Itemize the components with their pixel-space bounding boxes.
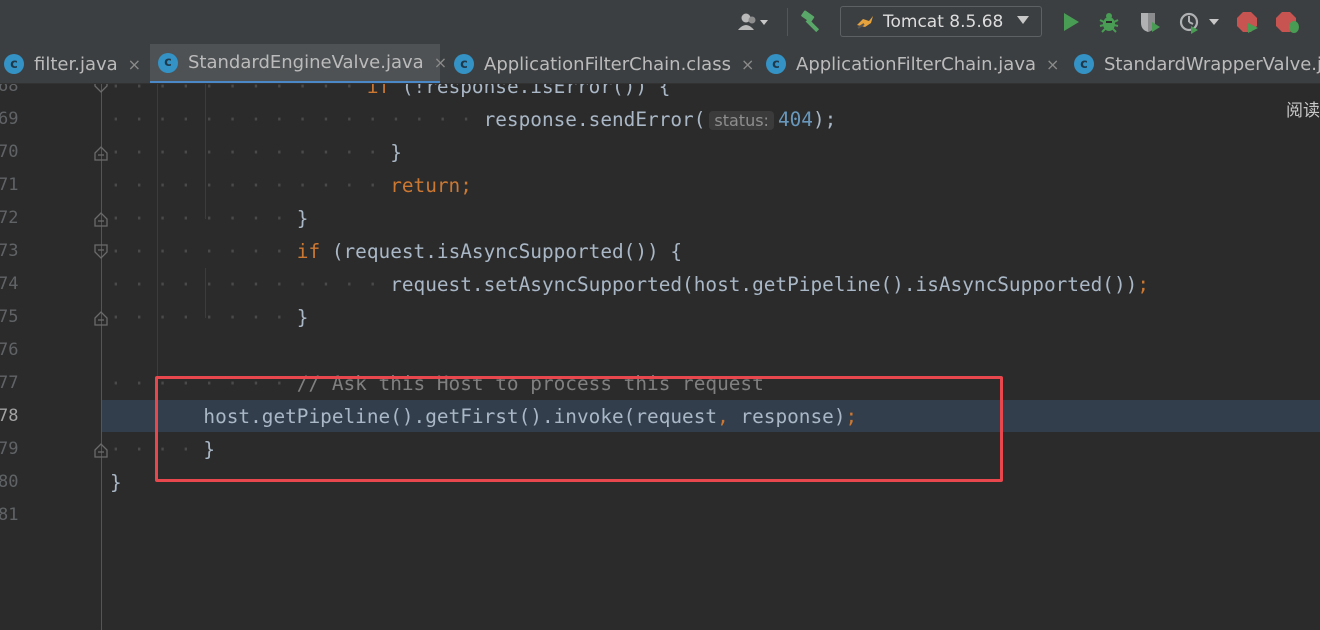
code-line: 73 · · · · · · · · if (request.isAsyncSu…	[0, 235, 1320, 268]
tomcat-icon	[855, 13, 875, 31]
java-class-icon: c	[454, 54, 474, 74]
code-line: 68 · · · · · · · · · · · if (!response.i…	[0, 84, 1320, 103]
tab-label: ApplicationFilterChain.class	[484, 53, 731, 75]
code-line: 81	[0, 499, 1320, 532]
java-class-icon: c	[766, 54, 786, 74]
line-number: 76	[0, 340, 19, 360]
stop-debug-icon[interactable]	[1270, 6, 1304, 38]
code-line: 71 · · · · · · · · · · · · return;	[0, 169, 1320, 202]
main-toolbar: Tomcat 8.5.68	[0, 0, 1320, 44]
tab-application-filter-chain-class[interactable]: c ApplicationFilterChain.class ×	[454, 44, 754, 83]
line-number: 81	[0, 505, 19, 525]
tab-label: ApplicationFilterChain.java	[796, 53, 1037, 75]
code-text: · · · · · · · · · · · if (!response.isEr…	[110, 84, 671, 98]
tab-label: filter.java	[34, 53, 118, 75]
line-number: 69	[0, 109, 19, 129]
code-text: · · · · · · · · · · · · }	[110, 141, 402, 164]
line-number: 68	[0, 84, 19, 96]
tab-label: StandardWrapperValve.ja	[1104, 53, 1320, 75]
code-line: 76	[0, 334, 1320, 367]
fold-marker-icon[interactable]	[94, 145, 108, 161]
close-icon[interactable]: ×	[434, 53, 447, 72]
annotation-highlight-box	[155, 376, 1003, 482]
run-configuration-select[interactable]: Tomcat 8.5.68	[840, 6, 1042, 37]
user-icon[interactable]	[730, 6, 776, 38]
fold-marker-icon[interactable]	[94, 244, 108, 260]
fold-marker-icon[interactable]	[94, 310, 108, 326]
fold-marker-icon[interactable]	[94, 84, 108, 94]
tab-filter-java[interactable]: c filter.java ×	[4, 44, 144, 83]
code-text: · · · · · · · · · · · · request.setAsync…	[110, 273, 1150, 296]
side-panel-label: 阅读	[1286, 101, 1320, 121]
editor-tab-bar: c filter.java × c StandardEngineValve.ja…	[0, 44, 1320, 84]
profile-icon[interactable]	[1172, 6, 1228, 38]
code-line: 70 · · · · · · · · · · · · }	[0, 136, 1320, 169]
fold-marker-icon[interactable]	[94, 442, 108, 458]
chevron-down-icon	[1017, 16, 1029, 24]
tab-label: StandardEngineValve.java	[188, 52, 424, 73]
fold-marker-icon[interactable]	[94, 211, 108, 227]
java-class-icon: c	[1074, 54, 1094, 74]
tab-standard-engine-valve[interactable]: c StandardEngineValve.java ×	[150, 44, 447, 83]
line-number: 73	[0, 241, 19, 261]
line-number: 77	[0, 373, 19, 393]
code-line: 72 · · · · · · · · }	[0, 202, 1320, 235]
code-editor[interactable]: 68 · · · · · · · · · · · if (!response.i…	[0, 84, 1320, 630]
java-class-icon: c	[158, 52, 178, 73]
line-number: 79	[0, 439, 19, 459]
line-number: 72	[0, 208, 19, 228]
code-text: · · · · · · · · · · · · return;	[110, 174, 472, 197]
run-icon[interactable]	[1056, 6, 1086, 38]
line-number: 71	[0, 175, 19, 195]
code-text: · · · · · · · · }	[110, 306, 309, 329]
stop-icon[interactable]	[1232, 6, 1262, 38]
line-number: 78	[0, 406, 19, 426]
coverage-icon[interactable]	[1134, 6, 1164, 38]
close-icon[interactable]: ×	[741, 55, 754, 74]
line-number: 75	[0, 307, 19, 327]
toolbar-separator	[787, 8, 788, 36]
code-text: · · · · · · · · if (request.isAsyncSuppo…	[110, 240, 683, 263]
code-text: }	[110, 471, 122, 494]
line-number: 80	[0, 472, 19, 492]
code-text: · · · · · · · · }	[110, 207, 309, 230]
line-number: 70	[0, 142, 19, 162]
debug-icon[interactable]	[1094, 6, 1124, 38]
close-icon[interactable]: ×	[1046, 55, 1059, 74]
code-text: · · · · · · · · · · · · · · · · response…	[110, 108, 837, 131]
tab-standard-wrapper-valve[interactable]: c StandardWrapperValve.ja	[1074, 44, 1320, 83]
code-line: 74 · · · · · · · · · · · · request.setAs…	[0, 268, 1320, 301]
parameter-hint: status:	[709, 111, 774, 130]
run-config-label: Tomcat 8.5.68	[883, 11, 1004, 32]
build-hammer-icon[interactable]	[796, 6, 828, 38]
line-number: 74	[0, 274, 19, 294]
code-line: 75 · · · · · · · · }	[0, 301, 1320, 334]
tab-application-filter-chain-java[interactable]: c ApplicationFilterChain.java ×	[766, 44, 1060, 83]
close-icon[interactable]: ×	[128, 55, 141, 74]
code-line: 69 · · · · · · · · · · · · · · · · respo…	[0, 103, 1320, 136]
java-class-icon: c	[4, 54, 24, 74]
